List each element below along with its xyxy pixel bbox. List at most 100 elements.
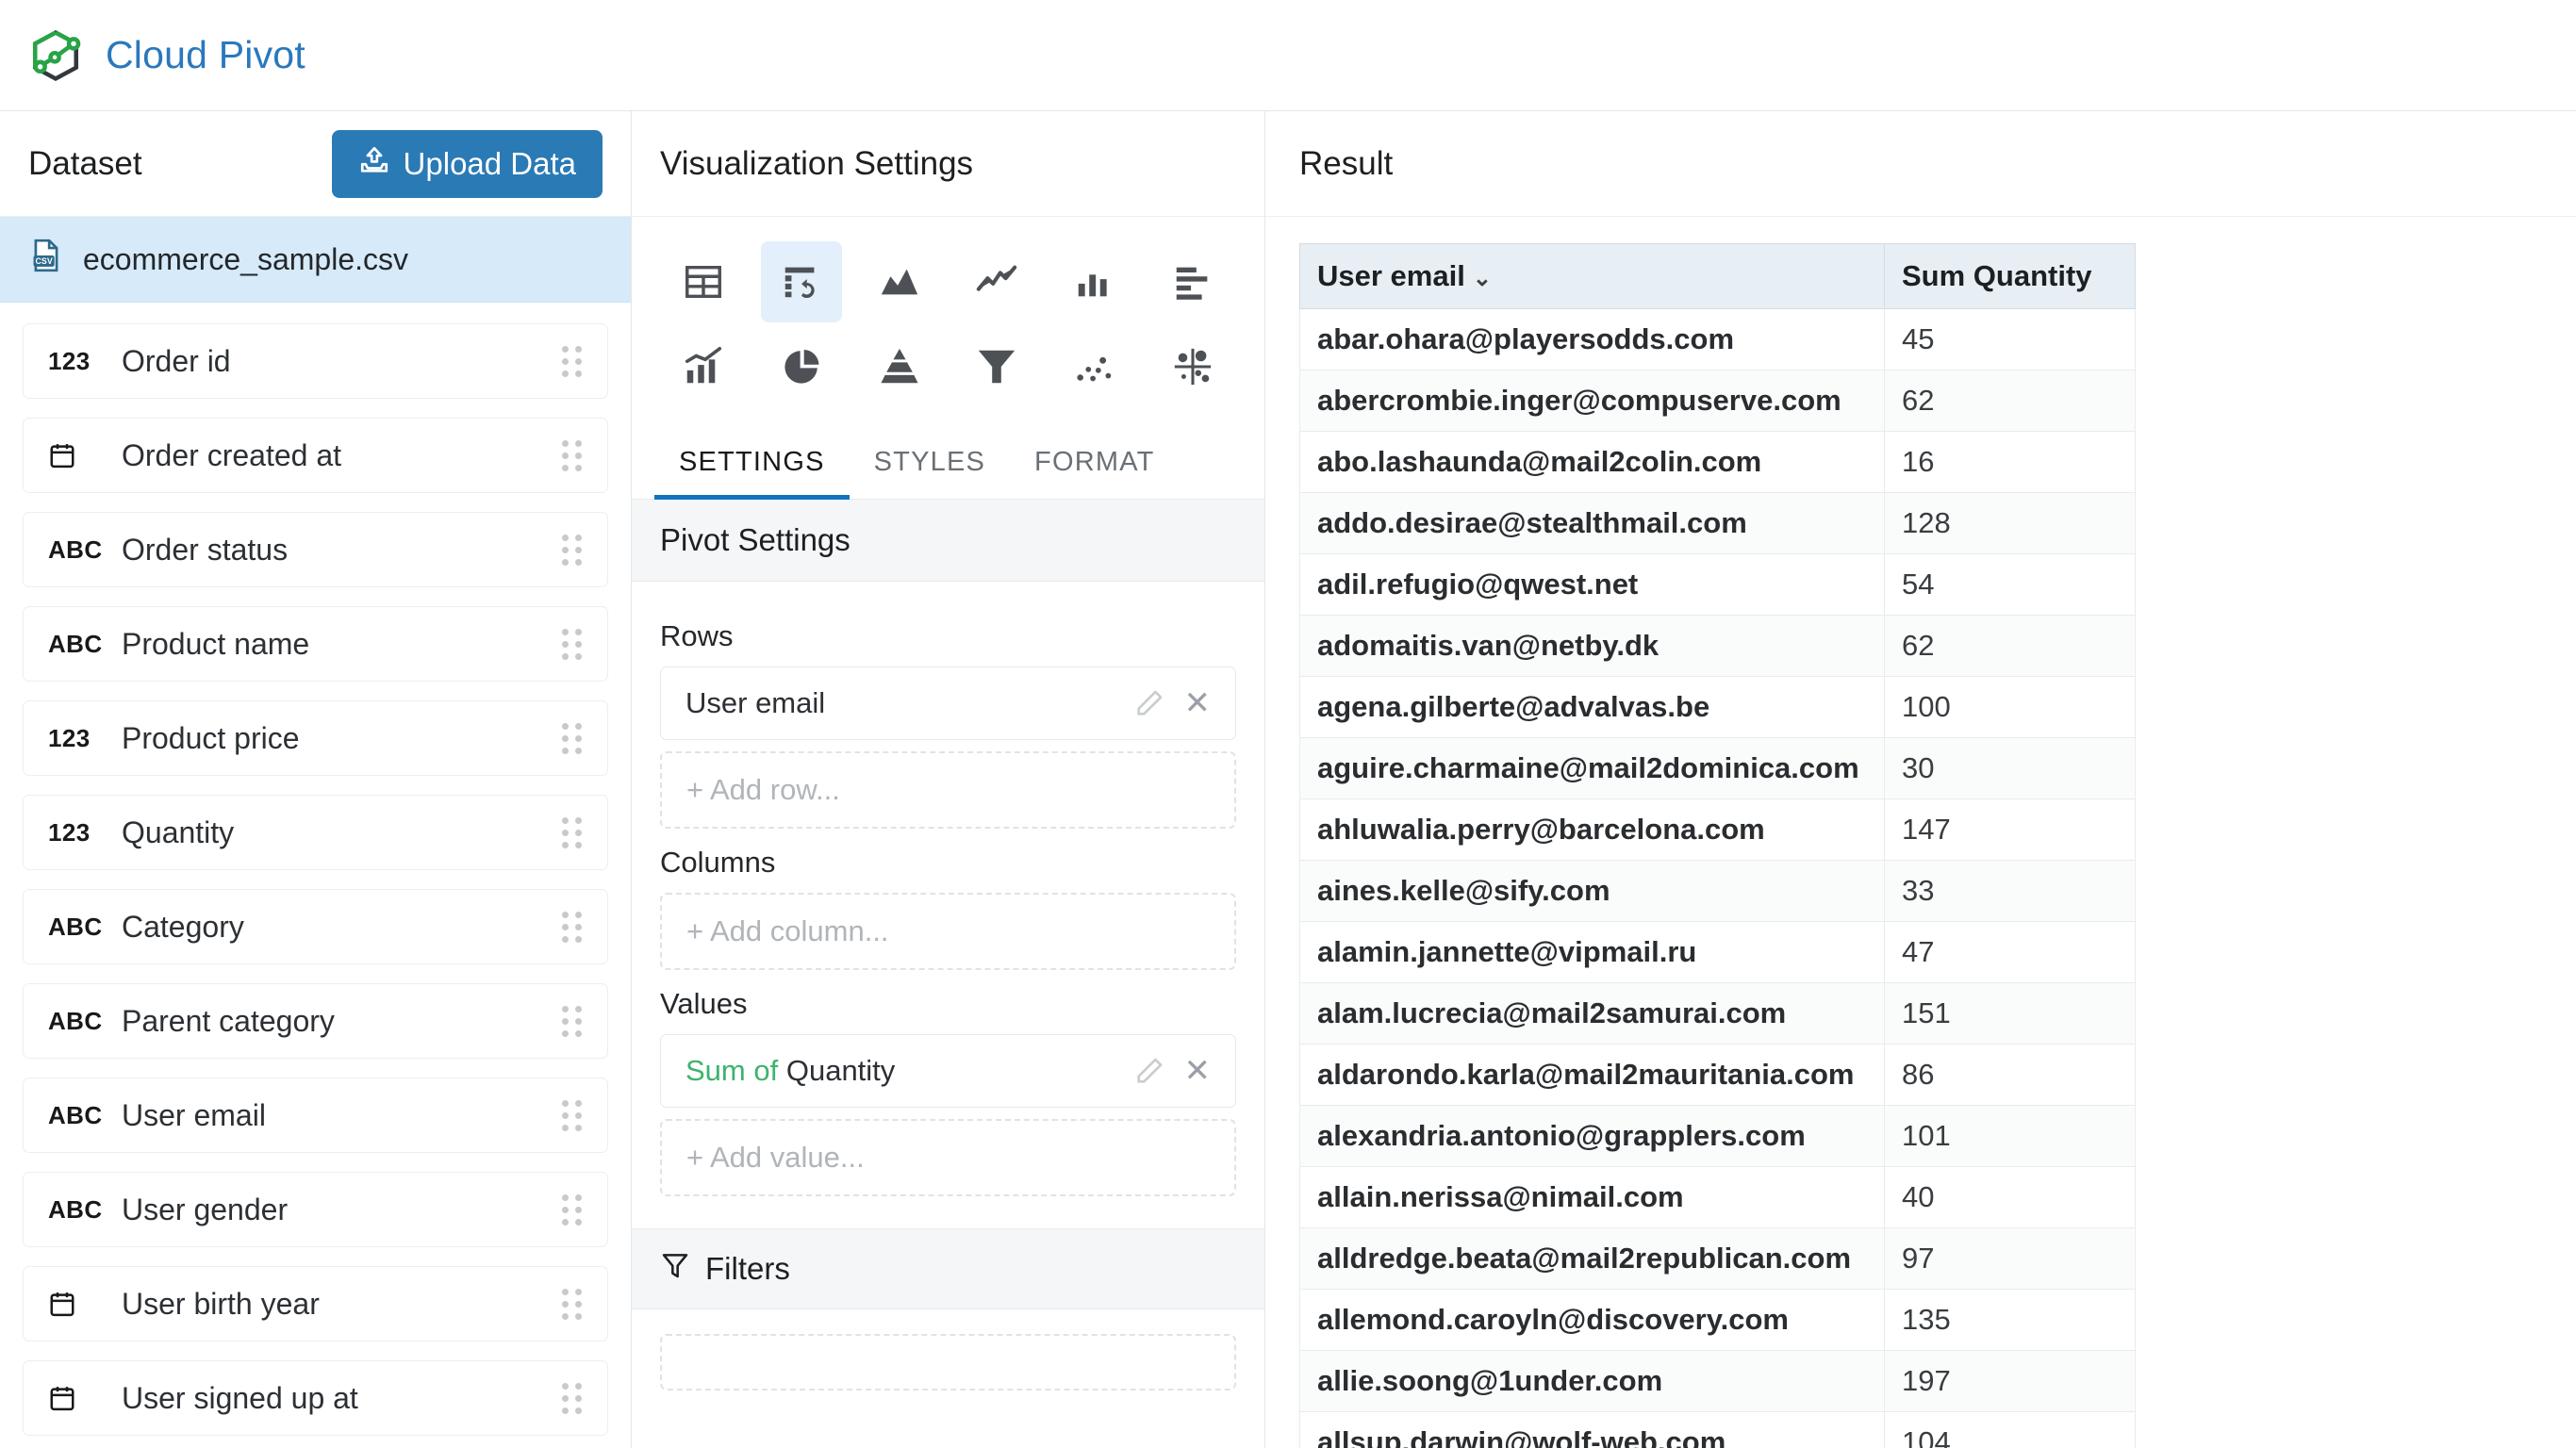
drag-dots-icon[interactable]	[562, 1289, 586, 1320]
result-panel-title: Result	[1299, 145, 1393, 183]
text-type-icon: ABC	[48, 535, 122, 565]
field-item[interactable]: Order created at	[23, 418, 608, 493]
table-row[interactable]: agena.gilberte@advalvas.be100	[1300, 677, 2136, 738]
drag-dots-icon[interactable]	[562, 535, 586, 566]
table-row[interactable]: adomaitis.van@netby.dk62	[1300, 616, 2136, 677]
field-item-label: Parent category	[122, 1004, 562, 1039]
table-row[interactable]: alldredge.beata@mail2republican.com97	[1300, 1228, 2136, 1290]
cell-user-email: alexandria.antonio@grapplers.com	[1300, 1106, 1885, 1167]
table-row[interactable]: allain.nerissa@nimail.com40	[1300, 1167, 2136, 1228]
dataset-file-item[interactable]: CSV ecommerce_sample.csv	[0, 217, 631, 303]
pencil-icon[interactable]	[1133, 1055, 1165, 1087]
field-item[interactable]: 123Quantity	[23, 795, 608, 870]
chart-type-line-chart-icon[interactable]	[956, 241, 1037, 322]
number-type-icon: 123	[48, 818, 122, 847]
table-row[interactable]: alexandria.antonio@grapplers.com101	[1300, 1106, 2136, 1167]
column-header-user-email[interactable]: User email ⌄	[1300, 244, 1885, 309]
table-row[interactable]: ahluwalia.perry@barcelona.com147	[1300, 799, 2136, 861]
text-type-icon: ABC	[48, 913, 122, 942]
cell-user-email: abercrombie.inger@compuserve.com	[1300, 370, 1885, 432]
add-value-dropzone[interactable]: + Add value...	[660, 1119, 1236, 1196]
table-row[interactable]: allie.soong@1under.com197	[1300, 1351, 2136, 1412]
cell-sum-quantity: 33	[1885, 861, 2136, 922]
values-chip-sum-quantity[interactable]: Sum of Quantity ✕	[660, 1034, 1236, 1108]
chevron-down-icon[interactable]: ⌄	[1473, 266, 1492, 291]
field-item[interactable]: User birth year	[23, 1266, 608, 1341]
chart-type-scatter-chart-icon[interactable]	[1054, 326, 1135, 407]
column-header-sum-quantity[interactable]: Sum Quantity	[1885, 244, 2136, 309]
drag-dots-icon[interactable]	[562, 1006, 586, 1037]
table-row[interactable]: aldarondo.karla@mail2mauritania.com86	[1300, 1045, 2136, 1106]
cell-sum-quantity: 62	[1885, 370, 2136, 432]
drag-dots-icon[interactable]	[562, 629, 586, 660]
pivot-result-table: User email ⌄ Sum Quantity abar.ohara@play…	[1299, 243, 2136, 1448]
close-icon[interactable]: ✕	[1179, 684, 1217, 722]
pencil-icon[interactable]	[1133, 687, 1165, 719]
chart-type-picker	[632, 217, 1264, 417]
cell-user-email: aguire.charmaine@mail2dominica.com	[1300, 738, 1885, 799]
field-item[interactable]: ABCUser email	[23, 1078, 608, 1153]
drag-dots-icon[interactable]	[562, 346, 586, 377]
drag-dots-icon[interactable]	[562, 1100, 586, 1131]
add-column-dropzone[interactable]: + Add column...	[660, 893, 1236, 970]
drag-dots-icon[interactable]	[562, 912, 586, 943]
cell-sum-quantity: 54	[1885, 554, 2136, 616]
chart-type-funnel-chart-icon[interactable]	[956, 326, 1037, 407]
chart-type-combo-chart-icon[interactable]	[663, 326, 744, 407]
table-row[interactable]: allemond.caroyln@discovery.com135	[1300, 1290, 2136, 1351]
add-row-dropzone[interactable]: + Add row...	[660, 751, 1236, 829]
table-row[interactable]: abo.lashaunda@mail2colin.com16	[1300, 432, 2136, 493]
tab-settings[interactable]: SETTINGS	[654, 426, 850, 500]
table-row[interactable]: alam.lucrecia@mail2samurai.com151	[1300, 983, 2136, 1045]
drag-dots-icon[interactable]	[562, 1383, 586, 1414]
cell-user-email: allain.nerissa@nimail.com	[1300, 1167, 1885, 1228]
table-row[interactable]: adil.refugio@qwest.net54	[1300, 554, 2136, 616]
cell-sum-quantity: 62	[1885, 616, 2136, 677]
close-icon[interactable]: ✕	[1179, 1052, 1217, 1090]
chart-type-area-chart-icon[interactable]	[859, 241, 940, 322]
table-row[interactable]: addo.desirae@stealthmail.com128	[1300, 493, 2136, 554]
table-row[interactable]: aines.kelle@sify.com33	[1300, 861, 2136, 922]
drag-dots-icon[interactable]	[562, 723, 586, 754]
field-item[interactable]: ABCUser gender	[23, 1172, 608, 1247]
drag-dots-icon[interactable]	[562, 817, 586, 848]
field-item[interactable]: ABCOrder status	[23, 512, 608, 587]
dataset-panel: Dataset Upload Data CSV	[0, 111, 632, 1448]
cell-sum-quantity: 47	[1885, 922, 2136, 983]
chart-type-bar-chart-icon[interactable]	[1152, 241, 1233, 322]
field-item[interactable]: ABCCategory	[23, 889, 608, 964]
drag-dots-icon[interactable]	[562, 440, 586, 471]
cell-user-email: abo.lashaunda@mail2colin.com	[1300, 432, 1885, 493]
field-item[interactable]: 123Order id	[23, 323, 608, 399]
values-chip-field: Quantity	[786, 1054, 895, 1087]
add-filter-dropzone[interactable]	[660, 1334, 1236, 1390]
table-row[interactable]: allsup.darwin@wolf-web.com104	[1300, 1412, 2136, 1448]
table-row[interactable]: abercrombie.inger@compuserve.com62	[1300, 370, 2136, 432]
chart-type-quadrant-chart-icon[interactable]	[1152, 326, 1233, 407]
field-item[interactable]: ABCProduct name	[23, 606, 608, 682]
column-header-user-email-label: User email	[1317, 259, 1465, 292]
chart-type-pie-chart-icon[interactable]	[761, 326, 842, 407]
chart-type-table-icon[interactable]	[663, 241, 744, 322]
table-row[interactable]: aguire.charmaine@mail2dominica.com30	[1300, 738, 2136, 799]
svg-text:CSV: CSV	[36, 256, 53, 266]
rows-chip-user-email[interactable]: User email ✕	[660, 666, 1236, 740]
table-row[interactable]: abar.ohara@playersodds.com45	[1300, 309, 2136, 370]
table-row[interactable]: alamin.jannette@vipmail.ru47	[1300, 922, 2136, 983]
field-item-label: Order created at	[122, 438, 562, 473]
drag-dots-icon[interactable]	[562, 1194, 586, 1226]
tab-styles[interactable]: STYLES	[850, 426, 1010, 500]
result-table-container[interactable]: User email ⌄ Sum Quantity abar.ohara@play…	[1265, 217, 2576, 1448]
chart-type-pyramid-chart-icon[interactable]	[859, 326, 940, 407]
field-item[interactable]: User signed up at	[23, 1360, 608, 1436]
upload-data-button[interactable]: Upload Data	[332, 130, 603, 198]
dataset-panel-header: Dataset Upload Data	[0, 111, 631, 217]
field-item[interactable]: ABCParent category	[23, 983, 608, 1059]
cell-user-email: addo.desirae@stealthmail.com	[1300, 493, 1885, 554]
chart-type-pivot-table-icon[interactable]	[761, 241, 842, 322]
field-item[interactable]: 123Product price	[23, 700, 608, 776]
tab-format[interactable]: FORMAT	[1010, 426, 1179, 500]
cell-sum-quantity: 197	[1885, 1351, 2136, 1412]
number-type-icon: 123	[48, 347, 122, 376]
chart-type-column-chart-icon[interactable]	[1054, 241, 1135, 322]
